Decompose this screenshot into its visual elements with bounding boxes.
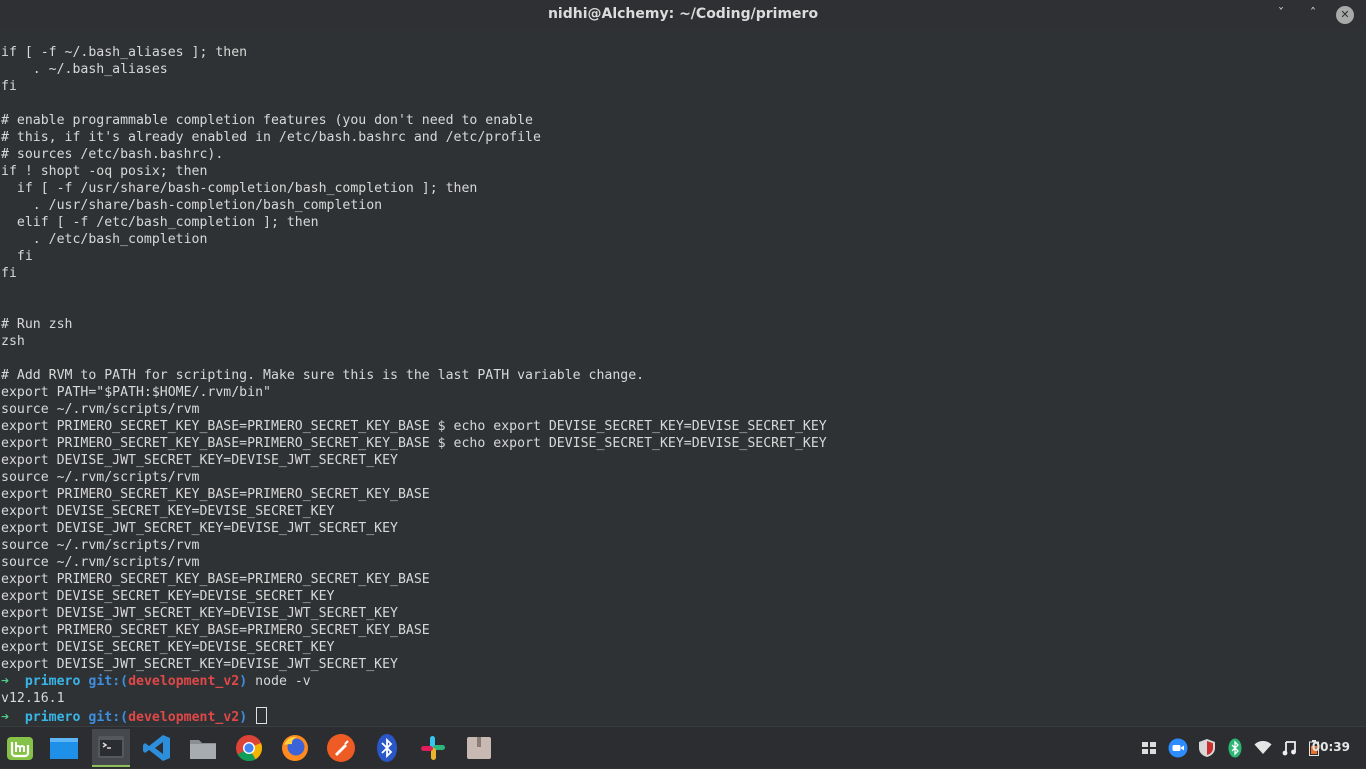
prompt-directory: primero [24,710,81,725]
files-icon[interactable] [184,729,222,767]
terminal-line: # enable programmable completion feature… [1,113,533,128]
bluetooth-tray-icon[interactable] [1224,727,1246,769]
postman-icon[interactable] [322,729,360,767]
prompt-branch: development_v2 [128,674,240,689]
prompt-arrow: ➜ [1,710,9,725]
vscode-icon[interactable] [138,729,176,767]
wifi-icon[interactable] [1251,727,1275,769]
prompt-line: ➜ primero git:(development_v2) node -v [1,673,311,690]
prompt-command: node -v [255,674,311,689]
terminal-line: export DEVISE_SECRET_KEY=DEVISE_SECRET_K… [1,504,335,519]
terminal-line: . /usr/share/bash-completion/bash_comple… [1,198,383,213]
terminal-icon[interactable] [92,729,130,767]
terminal-line: export PRIMERO_SECRET_KEY_BASE=PRIMERO_S… [1,623,430,638]
zoom-icon[interactable] [1166,727,1190,769]
terminal-line: export DEVISE_JWT_SECRET_KEY=DEVISE_JWT_… [1,606,398,621]
terminal-output[interactable]: if [ -f ~/.bash_aliases ]; then . ~/.bas… [0,30,1366,726]
terminal-line: elif [ -f /etc/bash_completion ]; then [1,215,319,230]
chrome-icon[interactable] [230,729,268,767]
command-output: v12.16.1 [1,691,65,706]
terminal-line: export DEVISE_SECRET_KEY=DEVISE_SECRET_K… [1,589,335,604]
terminal-line: # Add RVM to PATH for scripting. Make su… [1,368,645,383]
terminal-line: export DEVISE_JWT_SECRET_KEY=DEVISE_JWT_… [1,657,398,672]
text-cursor [256,707,268,724]
prompt-git-label: git:( [88,710,129,725]
prompt-arrow: ➜ [1,674,9,689]
minimize-button[interactable]: ˇ [1272,6,1290,24]
terminal-line: export DEVISE_JWT_SECRET_KEY=DEVISE_JWT_… [1,521,398,536]
terminal-line: source ~/.rvm/scripts/rvm [1,470,200,485]
terminal-line: # sources /etc/bash.bashrc). [1,147,224,162]
window-title: nidhi@Alchemy: ~/Coding/primero [547,6,819,22]
close-button[interactable]: ✕ [1336,6,1354,24]
terminal-line: export PRIMERO_SECRET_KEY_BASE=PRIMERO_S… [1,419,827,434]
prompt-directory: primero [24,674,81,689]
firefox-icon[interactable] [276,729,314,767]
terminal-line: export PRIMERO_SECRET_KEY_BASE=PRIMERO_S… [1,436,827,451]
terminal-line: source ~/.rvm/scripts/rvm [1,555,200,570]
music-note-icon[interactable] [1278,727,1300,769]
prompt-git-label: git:( [88,674,129,689]
prompt-branch: development_v2 [128,710,240,725]
active-prompt-line[interactable]: ➜ primero git:(development_v2) [1,707,268,725]
terminal-line: export PRIMERO_SECRET_KEY_BASE=PRIMERO_S… [1,572,430,587]
linux-mint-menu-icon[interactable] [1,729,39,767]
slack-icon[interactable] [414,729,452,767]
terminal-line: if [ -f /usr/share/bash-completion/bash_… [1,181,478,196]
workspace-switcher-icon[interactable] [1138,727,1160,769]
archive-manager-icon[interactable] [460,729,498,767]
terminal-line: # this, if it's already enabled in /etc/… [1,130,541,145]
terminal-line: export PRIMERO_SECRET_KEY_BASE=PRIMERO_S… [1,487,430,502]
taskbar: 00:39 [0,726,1366,768]
terminal-line: . /etc/bash_completion [1,232,208,247]
prompt-git-close: ) [239,674,248,689]
terminal-line: fi [1,266,17,281]
terminal-line: source ~/.rvm/scripts/rvm [1,402,200,417]
window-controls: ˇ ˆ ✕ [1272,6,1354,24]
terminal-line: . ~/.bash_aliases [1,62,168,77]
terminal-line: export DEVISE_SECRET_KEY=DEVISE_SECRET_K… [1,640,335,655]
update-manager-shield-icon[interactable] [1196,727,1218,769]
terminal-line: export PATH="$PATH:$HOME/.rvm/bin" [1,385,271,400]
bluetooth-app-icon[interactable] [368,729,406,767]
window-titlebar[interactable]: nidhi@Alchemy: ~/Coding/primero ˇ ˆ ✕ [0,0,1366,30]
terminal-line: export DEVISE_JWT_SECRET_KEY=DEVISE_JWT_… [1,453,398,468]
terminal-line: zsh [1,334,25,349]
terminal-line: source ~/.rvm/scripts/rvm [1,538,200,553]
prompt-git-close: ) [239,710,248,725]
terminal-line: if ! shopt -oq posix; then [1,164,208,179]
clock[interactable]: 00:39 [1312,740,1350,754]
terminal-line: fi [1,249,33,264]
maximize-button[interactable]: ˆ [1304,6,1322,24]
show-desktop-icon[interactable] [45,729,83,767]
terminal-line: # Run zsh [1,317,73,332]
terminal-line: if [ -f ~/.bash_aliases ]; then [1,45,248,60]
terminal-line: fi [1,79,17,94]
